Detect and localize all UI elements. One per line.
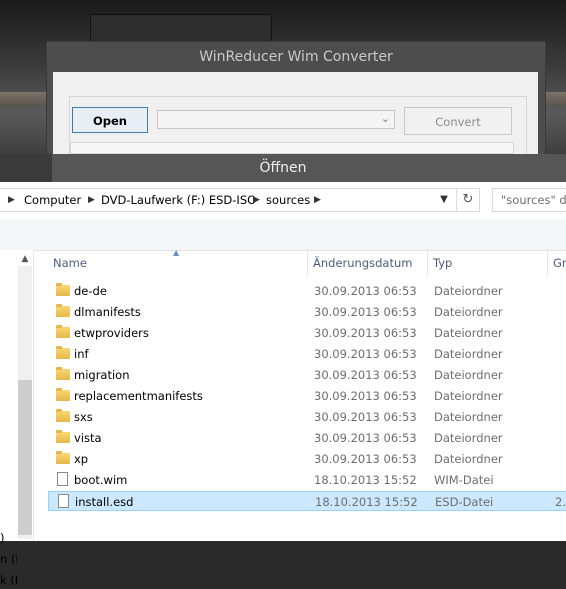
folder-icon [56, 409, 70, 422]
file-type: Dateiordner [434, 368, 503, 382]
file-date: 30.09.2013 06:53 [314, 326, 417, 340]
sort-ascending-icon: ▲ [173, 248, 180, 257]
file-type: Dateiordner [434, 347, 503, 361]
folder-icon [56, 283, 70, 296]
file-date: 30.09.2013 06:53 [314, 410, 417, 424]
file-row[interactable]: inf 30.09.2013 06:53 Dateiordner [48, 344, 566, 364]
breadcrumb-computer[interactable]: Computer [24, 189, 81, 211]
dialog-title: Öffnen [259, 160, 307, 176]
chevron-right-icon: ▶ [88, 195, 95, 205]
file-row[interactable]: replacementmanifests 30.09.2013 06:53 Date… [48, 386, 566, 406]
file-size [554, 302, 566, 322]
folder-icon [56, 325, 70, 338]
folder-icon [56, 367, 70, 380]
address-bar[interactable]: ▶ Computer ▶ DVD-Laufwerk (F:) ESD-ISO ▶… [0, 188, 480, 212]
chevron-right-icon: ▶ [314, 195, 321, 205]
file-row[interactable]: boot.wim 18.10.2013 15:52 WIM-Datei [48, 470, 566, 490]
breadcrumb-dvd-drive[interactable]: DVD-Laufwerk (F:) ESD-ISO [101, 189, 256, 211]
file-type: Dateiordner [434, 389, 503, 403]
file-size [554, 449, 566, 469]
chevron-right-icon: ▶ [253, 195, 260, 205]
breadcrumb-sources[interactable]: sources [266, 189, 310, 211]
nav-scrollbar-thumb[interactable] [18, 380, 32, 535]
file-size: 2.5 [555, 495, 566, 509]
titlebar-left-strip [0, 154, 52, 182]
file-type: Dateiordner [434, 326, 503, 340]
file-name: inf [74, 347, 89, 361]
file-size [554, 386, 566, 406]
file-date: 30.09.2013 06:53 [314, 284, 417, 298]
search-input[interactable]: "sources" du [492, 188, 566, 212]
file-name: etwproviders [74, 326, 149, 340]
file-row[interactable]: dlmanifests 30.09.2013 06:53 Dateiordner [48, 302, 566, 322]
file-name: de-de [74, 284, 107, 298]
command-bar [0, 219, 566, 251]
file-name: migration [74, 368, 130, 382]
file-date: 30.09.2013 06:53 [314, 305, 417, 319]
convert-button[interactable]: Convert [404, 107, 512, 135]
nav-item-drive[interactable]: ) [0, 529, 17, 547]
chevron-down-icon[interactable]: ▼ [435, 189, 453, 211]
file-type: Dateiordner [434, 284, 503, 298]
folder-icon [56, 304, 70, 317]
refresh-icon[interactable]: ↻ [456, 189, 479, 211]
file-name: boot.wim [74, 473, 128, 487]
column-header-size[interactable]: Gr [548, 250, 566, 276]
file-date: 30.09.2013 06:53 [314, 452, 417, 466]
file-type: WIM-Datei [434, 473, 494, 487]
scroll-up-icon[interactable]: ▲ [18, 252, 32, 266]
file-date: 18.10.2013 15:52 [314, 473, 417, 487]
open-button[interactable]: Open [72, 107, 148, 133]
image-select-combobox[interactable]: ⌄ [157, 110, 395, 129]
nav-item-drive-f[interactable]: k (F [0, 571, 17, 589]
file-size [554, 407, 566, 427]
file-size [554, 365, 566, 385]
file-row[interactable]: etwproviders 30.09.2013 06:53 Dateiordner [48, 323, 566, 343]
chevron-right-icon: ▶ [8, 195, 15, 205]
column-header-type[interactable]: Typ [428, 250, 548, 276]
file-name: vista [74, 431, 102, 445]
folder-icon [56, 451, 70, 464]
file-date: 30.09.2013 06:53 [314, 389, 417, 403]
file-type: Dateiordner [434, 452, 503, 466]
file-row[interactable]: install.esd 18.10.2013 15:52 ESD-Datei 2.5 [48, 491, 566, 511]
file-name: xp [74, 452, 89, 466]
file-name: install.esd [75, 495, 134, 509]
file-date: 18.10.2013 15:52 [315, 495, 418, 509]
dialog-titlebar: Öffnen [0, 154, 566, 182]
navigation-pane: ▲ ) n (E k (F [0, 250, 34, 587]
file-size [554, 323, 566, 343]
file-type: ESD-Datei [435, 495, 494, 509]
nav-item-drive-e[interactable]: n (E [0, 550, 17, 568]
open-dialog: ▶ Computer ▶ DVD-Laufwerk (F:) ESD-ISO ▶… [0, 182, 566, 587]
file-size [554, 344, 566, 364]
folder-icon [56, 388, 70, 401]
file-size [554, 470, 566, 490]
file-row[interactable]: migration 30.09.2013 06:53 Dateiordner [48, 365, 566, 385]
file-row[interactable]: vista 30.09.2013 06:53 Dateiordner [48, 428, 566, 448]
file-name: dlmanifests [74, 305, 141, 319]
column-header-date[interactable]: Änderungsdatum [308, 250, 428, 276]
file-row[interactable]: sxs 30.09.2013 06:53 Dateiordner [48, 407, 566, 427]
file-icon [57, 472, 68, 486]
file-date: 30.09.2013 06:53 [314, 368, 417, 382]
file-size [554, 281, 566, 301]
file-type: Dateiordner [434, 305, 503, 319]
file-icon [58, 494, 69, 508]
wim-bottom-panel [70, 142, 514, 154]
folder-icon [56, 346, 70, 359]
window-title: WinReducer Wim Converter [199, 49, 393, 65]
file-name: sxs [74, 410, 93, 424]
chevron-down-icon: ⌄ [380, 112, 390, 125]
file-name: replacementmanifests [74, 389, 203, 403]
file-type: Dateiordner [434, 410, 503, 424]
file-type: Dateiordner [434, 431, 503, 445]
file-row[interactable]: de-de 30.09.2013 06:53 Dateiordner [48, 281, 566, 301]
file-row[interactable]: xp 30.09.2013 06:53 Dateiordner [48, 449, 566, 469]
file-date: 30.09.2013 06:53 [314, 347, 417, 361]
file-date: 30.09.2013 06:53 [314, 431, 417, 445]
folder-icon [56, 430, 70, 443]
file-size [554, 428, 566, 448]
